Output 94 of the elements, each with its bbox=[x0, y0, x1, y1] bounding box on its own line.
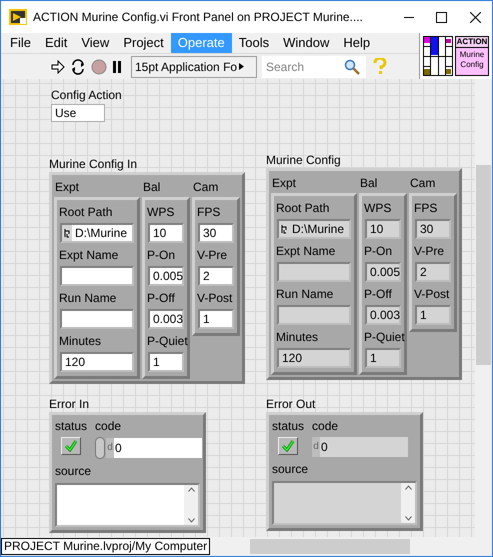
field-label: Expt Name bbox=[276, 243, 336, 259]
field-label: Root Path bbox=[59, 204, 114, 220]
scroll-down-icon[interactable] bbox=[188, 518, 194, 523]
field-label: P-On bbox=[364, 243, 394, 259]
run-continuously-icon[interactable] bbox=[70, 58, 86, 74]
scroll-down-icon[interactable] bbox=[404, 516, 412, 521]
window-title: ACTION Murine Config.vi Front Panel on PROJECT Murine.... bbox=[33, 9, 363, 26]
scroll-up-icon[interactable] bbox=[188, 487, 194, 492]
source-text-field[interactable] bbox=[55, 483, 200, 527]
status-bar: PROJECT Murine.lvproj/My Computer bbox=[1, 538, 210, 555]
numeric-field: 0.003 bbox=[365, 305, 401, 325]
field-label: Minutes bbox=[276, 329, 320, 345]
field-label: Run Name bbox=[59, 290, 118, 306]
numeric-field: 1 bbox=[415, 305, 451, 325]
field-label: P-On bbox=[147, 247, 176, 263]
field-label: source bbox=[55, 463, 92, 479]
numeric-field: 2 bbox=[415, 262, 451, 282]
numeric-field: 1 bbox=[365, 348, 401, 368]
numeric-field[interactable]: 0.003 bbox=[148, 309, 184, 329]
field-label: V-Post bbox=[197, 290, 234, 306]
path-field[interactable]: D:\Murine bbox=[60, 223, 134, 243]
numeric-field: 120 bbox=[277, 348, 351, 368]
field-label: V-Pre bbox=[414, 243, 446, 259]
numeric-field[interactable]: d 0 bbox=[106, 438, 202, 458]
pause-icon[interactable] bbox=[112, 60, 122, 72]
field-label: Run Name bbox=[276, 286, 334, 302]
menu-item[interactable]: Edit bbox=[38, 33, 74, 53]
column-label: Expt bbox=[271, 175, 298, 192]
numeric-field[interactable]: 120 bbox=[60, 352, 134, 372]
vertical-scrollbar[interactable] bbox=[475, 79, 492, 537]
menu-item[interactable]: Tools bbox=[232, 33, 276, 53]
scroll-up-icon[interactable] bbox=[404, 485, 412, 490]
vi-icon: ACTION Murine Config bbox=[455, 36, 489, 76]
field-label: P-Off bbox=[364, 286, 393, 302]
numeric-field[interactable]: 1 bbox=[148, 352, 184, 372]
search-field[interactable]: Search bbox=[262, 58, 344, 76]
field-label: V-Pre bbox=[197, 247, 228, 263]
field-label: FPS bbox=[197, 204, 222, 220]
search-box[interactable]: Search bbox=[262, 56, 366, 78]
path-icon bbox=[62, 225, 72, 241]
numeric-field[interactable]: 1 bbox=[198, 309, 234, 329]
menu-item[interactable]: Help bbox=[336, 33, 378, 53]
numeric-field: d 0 bbox=[312, 437, 408, 457]
text-field[interactable]: Use bbox=[51, 104, 105, 122]
column-label: Cam bbox=[192, 179, 220, 196]
field-label: WPS bbox=[364, 200, 392, 216]
status-checkbox[interactable] bbox=[61, 437, 81, 455]
numeric-field: 30 bbox=[415, 219, 451, 239]
radix-label: d bbox=[312, 437, 320, 457]
abort-icon[interactable] bbox=[91, 58, 107, 74]
text-field[interactable] bbox=[60, 266, 134, 286]
field-label: Expt Name bbox=[59, 247, 120, 263]
search-icon bbox=[344, 58, 360, 74]
column-label: Bal bbox=[142, 179, 162, 196]
numeric-field: 0.005 bbox=[365, 262, 401, 282]
field-label: Error Out bbox=[266, 396, 316, 412]
field-label: Murine Config In bbox=[49, 156, 138, 172]
field-label: Root Path bbox=[276, 200, 330, 216]
field-label: code bbox=[312, 418, 340, 434]
menu-item[interactable]: Window bbox=[276, 33, 336, 53]
column-label: Cam bbox=[409, 175, 436, 192]
field-label: FPS bbox=[414, 200, 438, 216]
scrollbar[interactable] bbox=[401, 483, 415, 523]
field-label: V-Post bbox=[414, 286, 450, 302]
spinner-icon[interactable] bbox=[95, 437, 106, 459]
text-field[interactable] bbox=[60, 309, 134, 329]
menu-item[interactable]: File bbox=[3, 33, 38, 53]
column-label: Expt bbox=[54, 179, 80, 196]
path-field: D:\Murine bbox=[277, 219, 351, 239]
numeric-field[interactable]: 2 bbox=[198, 266, 234, 286]
field-label: status bbox=[272, 418, 304, 434]
app-icon bbox=[9, 9, 27, 25]
field-label: code bbox=[95, 418, 122, 434]
numeric-field: 10 bbox=[365, 219, 401, 239]
field-label: Murine Config bbox=[266, 152, 342, 168]
connector-pane-icon bbox=[423, 36, 453, 76]
column-label: Bal bbox=[359, 175, 378, 192]
field-label: P-Off bbox=[147, 290, 176, 306]
radix-label: d bbox=[106, 438, 114, 458]
run-arrow-icon[interactable] bbox=[51, 60, 65, 74]
menu-item[interactable]: Project bbox=[116, 33, 171, 53]
font-dropdown[interactable]: 15pt Application Fo bbox=[131, 56, 257, 78]
field-label: Error In bbox=[49, 396, 90, 412]
numeric-field[interactable]: 0.005 bbox=[148, 266, 184, 286]
field-label: WPS bbox=[147, 204, 176, 220]
numeric-field[interactable]: 10 bbox=[148, 223, 184, 243]
field-label: status bbox=[55, 418, 88, 434]
scrollbar[interactable] bbox=[184, 485, 198, 525]
menu-item[interactable]: View bbox=[74, 33, 116, 53]
field-label: Config Action bbox=[51, 87, 122, 103]
dropdown-arrow-icon bbox=[239, 63, 244, 70]
numeric-field[interactable]: 30 bbox=[198, 223, 234, 243]
field-label: source bbox=[272, 461, 310, 477]
field-label: Minutes bbox=[59, 333, 102, 349]
